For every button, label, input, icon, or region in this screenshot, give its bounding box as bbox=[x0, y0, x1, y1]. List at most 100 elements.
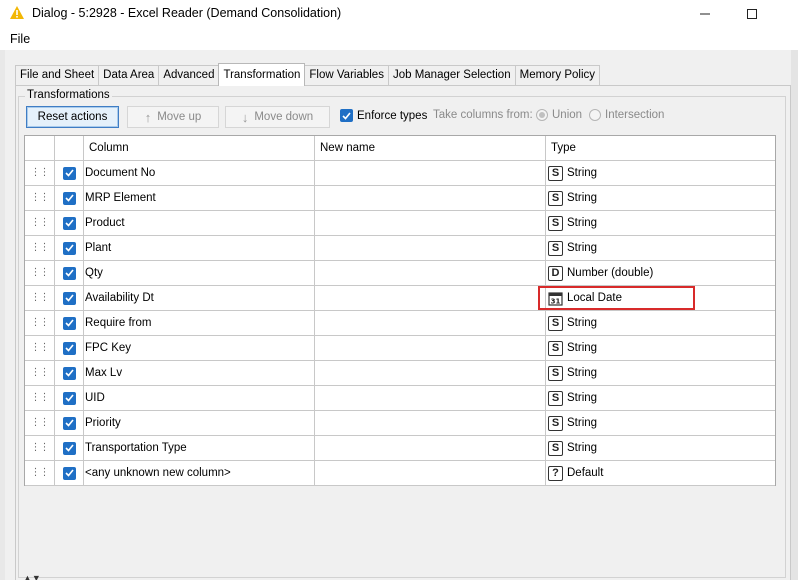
type-cell[interactable]: D Number (double) bbox=[546, 261, 775, 285]
new-name-cell[interactable] bbox=[315, 461, 546, 485]
type-cell[interactable]: S String bbox=[546, 436, 775, 460]
enforce-types-checkbox[interactable]: Enforce types bbox=[340, 109, 427, 122]
tab-file-and-sheet[interactable]: File and Sheet bbox=[15, 65, 100, 86]
new-name-cell[interactable] bbox=[315, 211, 546, 235]
drag-handle-icon[interactable]: ⋮⋮ bbox=[25, 361, 55, 385]
new-name-cell[interactable] bbox=[315, 236, 546, 260]
table-row[interactable]: ⋮⋮ FPC Key S String bbox=[25, 336, 775, 361]
table-row[interactable]: ⋮⋮ <any unknown new column>? Default bbox=[25, 461, 775, 486]
table-row[interactable]: ⋮⋮ Priority S String bbox=[25, 411, 775, 436]
type-cell[interactable]: S String bbox=[546, 311, 775, 335]
row-checkbox[interactable] bbox=[55, 336, 84, 360]
tab-flow-variables[interactable]: Flow Variables bbox=[304, 65, 389, 86]
checkbox-checked-icon bbox=[62, 441, 76, 455]
type-cell[interactable]: S String bbox=[546, 411, 775, 435]
column-name-cell: UID bbox=[84, 386, 315, 410]
drag-handle-icon[interactable]: ⋮⋮ bbox=[25, 211, 55, 235]
type-label: String bbox=[567, 217, 598, 229]
reset-actions-button[interactable]: Reset actions bbox=[26, 106, 119, 128]
table-row[interactable]: ⋮⋮ UID S String bbox=[25, 386, 775, 411]
string-type-icon: S bbox=[548, 440, 563, 456]
checkbox-checked-icon bbox=[62, 166, 76, 180]
row-checkbox[interactable] bbox=[55, 286, 84, 310]
type-label: String bbox=[567, 192, 598, 204]
table-row[interactable]: ⋮⋮ Require from S String bbox=[25, 311, 775, 336]
type-cell[interactable]: S String bbox=[546, 186, 775, 210]
header-type[interactable]: Type bbox=[546, 136, 775, 161]
new-name-cell[interactable] bbox=[315, 386, 546, 410]
table-row[interactable]: ⋮⋮ Transportation Type S String bbox=[25, 436, 775, 461]
checkbox-checked-icon bbox=[340, 109, 353, 122]
resize-arrows-icon[interactable]: ▲▼ bbox=[23, 573, 41, 580]
table-row[interactable]: ⋮⋮ MRP Element S String bbox=[25, 186, 775, 211]
tab-memory-policy[interactable]: Memory Policy bbox=[514, 65, 601, 86]
type-cell[interactable]: ? Default bbox=[546, 461, 775, 485]
type-cell[interactable]: S String bbox=[546, 161, 775, 185]
row-checkbox[interactable] bbox=[55, 461, 84, 485]
tab-advanced[interactable]: Advanced bbox=[158, 65, 220, 86]
string-type-icon: S bbox=[548, 415, 563, 431]
move-up-button[interactable]: ↑ Move up bbox=[127, 106, 219, 128]
new-name-cell[interactable] bbox=[315, 186, 546, 210]
drag-handle-icon[interactable]: ⋮⋮ bbox=[25, 311, 55, 335]
table-row[interactable]: ⋮⋮ Max Lv S String bbox=[25, 361, 775, 386]
drag-handle-icon[interactable]: ⋮⋮ bbox=[25, 336, 55, 360]
drag-handle-icon[interactable]: ⋮⋮ bbox=[25, 461, 55, 485]
drag-handle-icon[interactable]: ⋮⋮ bbox=[25, 286, 55, 310]
tab-transformation[interactable]: Transformation bbox=[218, 63, 306, 86]
new-name-cell[interactable] bbox=[315, 411, 546, 435]
table-row[interactable]: ⋮⋮ Product S String bbox=[25, 211, 775, 236]
row-checkbox[interactable] bbox=[55, 211, 84, 235]
type-label: Default bbox=[567, 467, 604, 479]
row-checkbox[interactable] bbox=[55, 186, 84, 210]
drag-handle-icon[interactable]: ⋮⋮ bbox=[25, 261, 55, 285]
drag-handle-icon[interactable]: ⋮⋮ bbox=[25, 436, 55, 460]
type-cell[interactable]: S String bbox=[546, 361, 775, 385]
title-bar: Dialog - 5:2928 - Excel Reader (Demand C… bbox=[0, 0, 798, 28]
row-checkbox[interactable] bbox=[55, 411, 84, 435]
minimize-button[interactable] bbox=[682, 0, 728, 28]
menu-file[interactable]: File bbox=[10, 32, 30, 46]
drag-handle-icon[interactable]: ⋮⋮ bbox=[25, 186, 55, 210]
new-name-cell[interactable] bbox=[315, 311, 546, 335]
new-name-cell[interactable] bbox=[315, 261, 546, 285]
type-cell[interactable]: S String bbox=[546, 386, 775, 410]
drag-handle-icon[interactable]: ⋮⋮ bbox=[25, 161, 55, 185]
new-name-cell[interactable] bbox=[315, 161, 546, 185]
table-row[interactable]: ⋮⋮ Document No S String bbox=[25, 161, 775, 186]
drag-handle-icon[interactable]: ⋮⋮ bbox=[25, 386, 55, 410]
table-row[interactable]: ⋮⋮ Plant S String bbox=[25, 236, 775, 261]
type-label: String bbox=[567, 342, 598, 354]
row-checkbox[interactable] bbox=[55, 311, 84, 335]
new-name-cell[interactable] bbox=[315, 436, 546, 460]
column-name-cell: Plant bbox=[84, 236, 315, 260]
new-name-cell[interactable] bbox=[315, 286, 546, 310]
type-cell[interactable]: S String bbox=[546, 211, 775, 235]
type-cell[interactable]: S String bbox=[546, 236, 775, 260]
maximize-button[interactable] bbox=[729, 0, 775, 28]
new-name-cell[interactable] bbox=[315, 336, 546, 360]
move-down-button[interactable]: ↓ Move down bbox=[225, 106, 330, 128]
type-cell[interactable]: S String bbox=[546, 336, 775, 360]
intersection-radio[interactable]: Intersection bbox=[589, 109, 664, 121]
row-checkbox[interactable] bbox=[55, 236, 84, 260]
tab-job-manager-selection[interactable]: Job Manager Selection bbox=[387, 65, 516, 86]
row-checkbox[interactable] bbox=[55, 161, 84, 185]
union-radio[interactable]: Union bbox=[536, 109, 582, 121]
tab-data-area[interactable]: Data Area bbox=[98, 65, 160, 86]
row-checkbox[interactable] bbox=[55, 361, 84, 385]
column-name-cell: Priority bbox=[84, 411, 315, 435]
drag-handle-icon[interactable]: ⋮⋮ bbox=[25, 236, 55, 260]
warning-icon bbox=[10, 6, 24, 19]
type-label: String bbox=[567, 367, 598, 379]
header-new-name[interactable]: New name bbox=[315, 136, 546, 161]
row-checkbox[interactable] bbox=[55, 436, 84, 460]
header-column[interactable]: Column bbox=[84, 136, 315, 161]
row-checkbox[interactable] bbox=[55, 386, 84, 410]
row-checkbox[interactable] bbox=[55, 261, 84, 285]
column-name-cell: MRP Element bbox=[84, 186, 315, 210]
table-row[interactable]: ⋮⋮ Qty D Number (double) bbox=[25, 261, 775, 286]
new-name-cell[interactable] bbox=[315, 361, 546, 385]
column-name-cell: Availability Dt bbox=[84, 286, 315, 310]
drag-handle-icon[interactable]: ⋮⋮ bbox=[25, 411, 55, 435]
